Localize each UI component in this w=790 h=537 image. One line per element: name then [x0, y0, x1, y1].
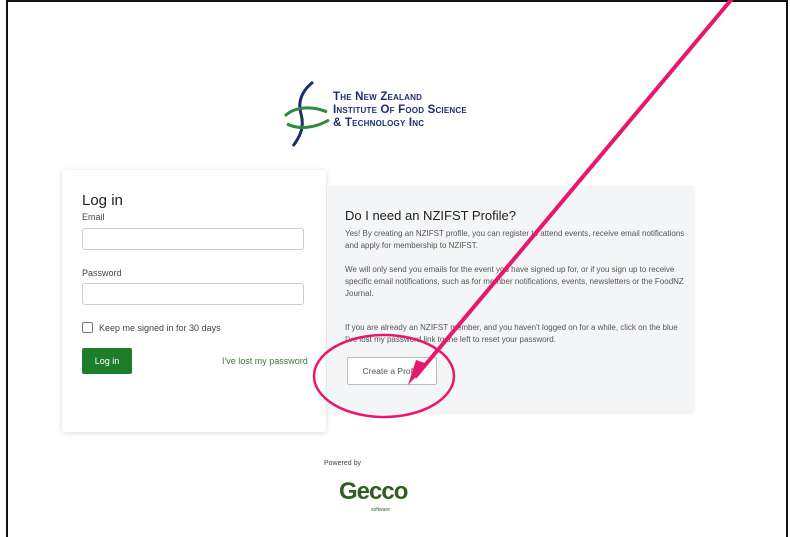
- profile-panel: Do I need an NZIFST Profile? Yes! By cre…: [327, 186, 694, 412]
- keep-signed-in[interactable]: Keep me signed in for 30 days: [82, 322, 221, 333]
- password-input[interactable]: [82, 283, 304, 305]
- email-label: Email: [82, 212, 105, 222]
- logo-line-1: The New Zealand: [333, 91, 423, 103]
- keep-signed-in-checkbox[interactable]: [82, 322, 93, 333]
- lost-password-link[interactable]: I've lost my password: [222, 356, 308, 366]
- gecco-wordmark: Gecco: [339, 478, 408, 505]
- gecco-logo: Gecco software: [339, 478, 439, 518]
- powered-by: Powered by: [324, 460, 361, 467]
- create-profile-button[interactable]: Create a Profile: [347, 357, 437, 385]
- nzifst-logo: The New Zealand Institute Of Food Scienc…: [283, 80, 523, 150]
- email-input[interactable]: [82, 228, 304, 250]
- password-label: Password: [82, 268, 122, 278]
- login-button[interactable]: Log in: [82, 348, 132, 374]
- logo-line-3: & Technology Inc: [333, 117, 425, 129]
- profile-paragraph-2: We will only send you emails for the eve…: [345, 265, 684, 298]
- logo-line-2: Institute Of Food Science: [333, 104, 467, 116]
- profile-paragraph-1: Yes! By creating an NZIFST profile, you …: [345, 229, 685, 250]
- keep-signed-in-label: Keep me signed in for 30 days: [99, 322, 221, 333]
- profile-title: Do I need an NZIFST Profile?: [345, 208, 517, 223]
- login-title: Log in: [82, 192, 123, 209]
- gecco-subtitle: software: [371, 507, 390, 513]
- logo-text: The New Zealand Institute Of Food Scienc…: [333, 91, 467, 130]
- profile-paragraph-3: If you are already an NZIFST member, and…: [345, 323, 678, 344]
- login-card: Log in Email Password Keep me signed in …: [62, 170, 326, 432]
- nzifst-logo-icon: [283, 80, 330, 147]
